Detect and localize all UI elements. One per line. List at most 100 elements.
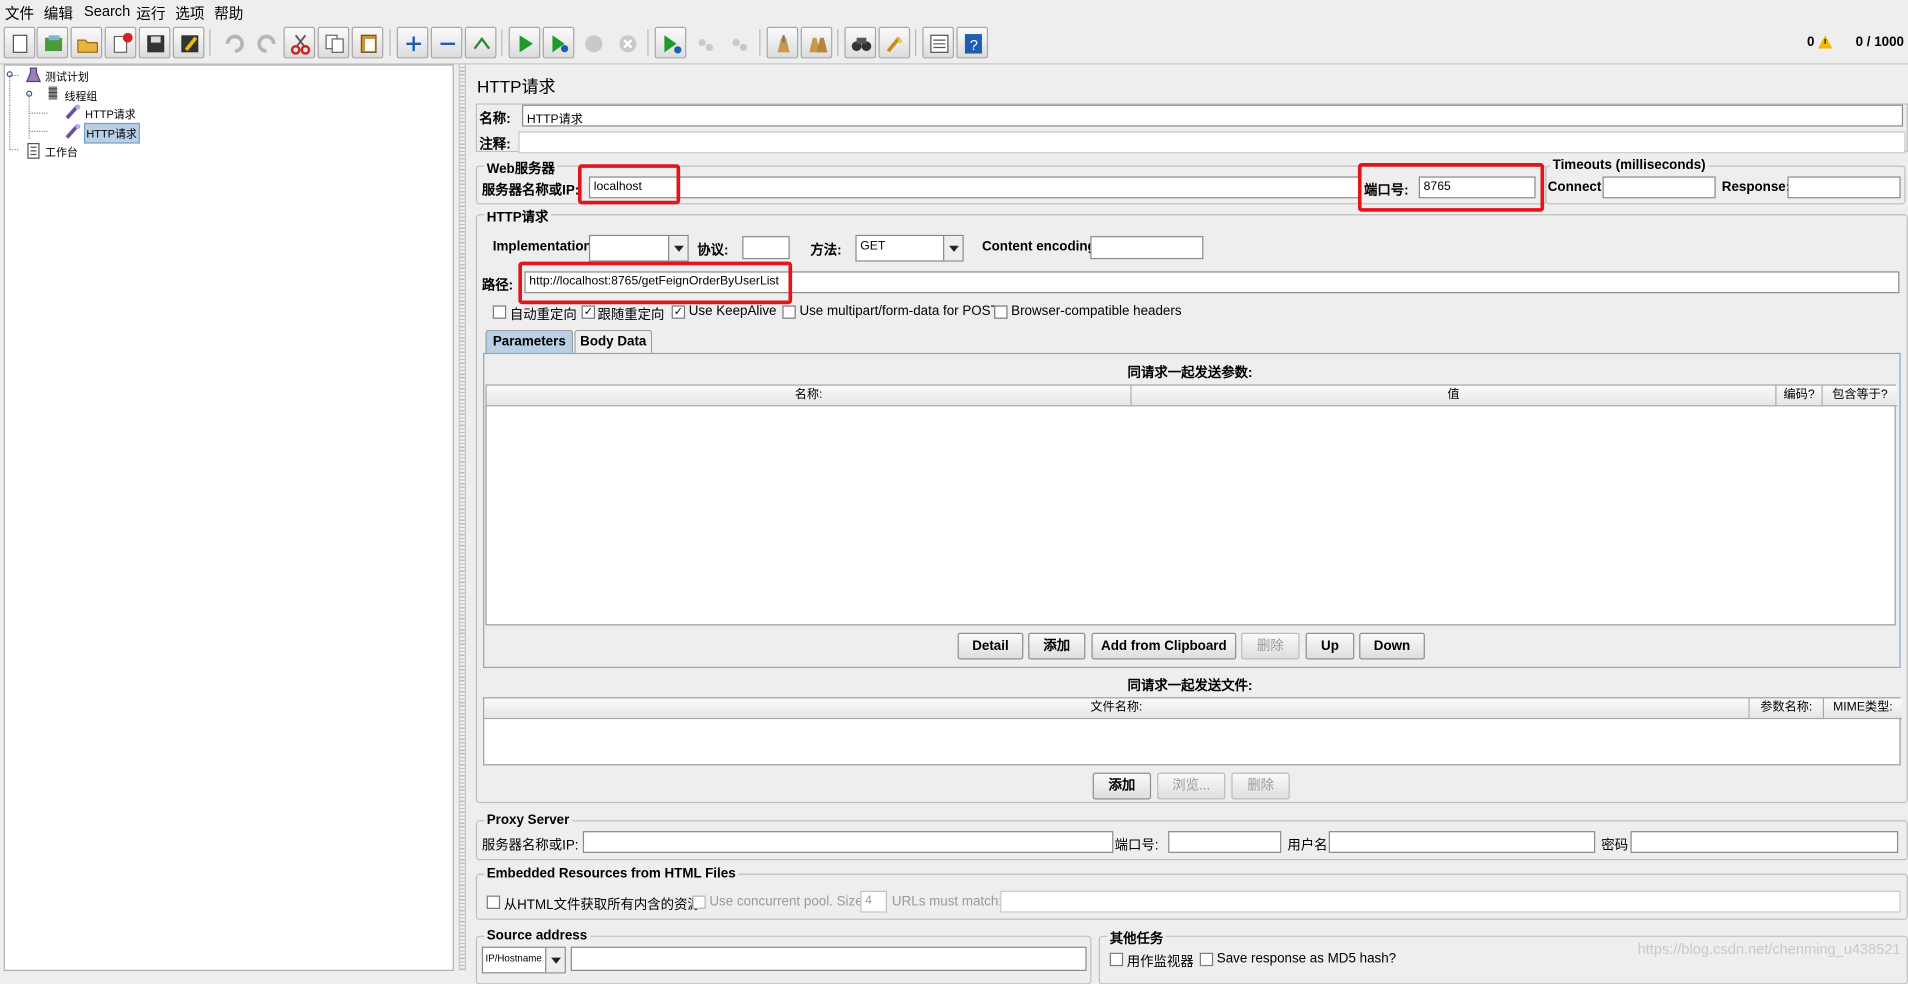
content-encoding-label: Content encoding:	[981, 239, 1101, 255]
column-header[interactable]: 参数名称:	[1749, 698, 1824, 720]
keepalive-checkbox[interactable]: ✓	[671, 305, 686, 319]
files-table[interactable]: 文件名称: 参数名称: MIME类型:	[483, 697, 1902, 766]
source-address-input[interactable]	[570, 946, 1087, 972]
reset-search-icon	[886, 36, 903, 53]
remote-shutdown-button[interactable]	[723, 27, 755, 59]
copy-icon	[325, 34, 344, 53]
proxy-host-input[interactable]	[582, 831, 1114, 853]
tree-item-test-plan[interactable]: 测试计划	[45, 68, 89, 84]
expand-button[interactable]	[396, 26, 429, 59]
monitor-checkbox[interactable]	[1109, 952, 1124, 967]
paste-button[interactable]	[351, 26, 384, 59]
up-button[interactable]: Up	[1305, 632, 1355, 660]
shutdown-button[interactable]	[611, 27, 643, 59]
copy-button[interactable]	[317, 26, 350, 59]
menu-search[interactable]: Search	[84, 2, 130, 19]
open-button[interactable]	[70, 26, 103, 59]
proxy-password-input[interactable]	[1630, 831, 1899, 853]
reset-search-button[interactable]	[878, 26, 911, 59]
params-title: 同请求一起发送参数:	[1127, 366, 1253, 381]
menu-options[interactable]: 选项	[175, 2, 204, 23]
source-type-select[interactable]: IP/Hostname	[481, 946, 566, 974]
column-header[interactable]: 包含等于?	[1822, 385, 1897, 407]
help-button[interactable]: ?	[956, 26, 989, 59]
tree-item-thread-group[interactable]: 线程组	[64, 88, 97, 104]
menu-run[interactable]: 运行	[136, 2, 165, 23]
md5-checkbox[interactable]	[1199, 952, 1214, 967]
remote-stop-icon	[698, 38, 714, 52]
proxy-password-label: 密码	[1601, 838, 1629, 853]
save-button[interactable]	[138, 26, 171, 59]
start-button[interactable]	[508, 26, 541, 59]
clear-button[interactable]	[766, 26, 799, 59]
method-value: GET	[860, 239, 886, 254]
multipart-checkbox[interactable]	[782, 305, 796, 319]
save-as-button[interactable]	[172, 26, 205, 59]
menu-file[interactable]: 文件	[5, 2, 34, 23]
column-header[interactable]: 文件名称:	[484, 698, 1750, 720]
follow-redirect-checkbox[interactable]: ✓	[581, 305, 596, 319]
remote-start-button[interactable]	[654, 26, 687, 59]
down-button[interactable]: Down	[1359, 632, 1425, 660]
urls-match-input[interactable]	[1000, 890, 1901, 913]
function-helper-button[interactable]	[922, 26, 954, 59]
column-header[interactable]: 编码?	[1776, 385, 1823, 407]
proxy-host-label: 服务器名称或IP:	[481, 838, 579, 853]
column-header[interactable]: 值	[1131, 385, 1777, 407]
undo-icon	[225, 34, 244, 53]
protocol-input[interactable]	[742, 236, 790, 260]
search-button[interactable]	[844, 26, 877, 59]
menu-edit[interactable]: 编辑	[44, 2, 73, 23]
column-header[interactable]: 名称:	[486, 385, 1132, 407]
undo-button[interactable]	[217, 27, 249, 59]
pool-size-input[interactable]: 4	[860, 890, 888, 913]
remote-stop-button[interactable]	[689, 27, 721, 59]
tree-item-workbench[interactable]: 工作台	[45, 144, 78, 160]
menu-help[interactable]: 帮助	[214, 2, 243, 23]
start-icon	[519, 35, 533, 53]
delete-param-button[interactable]: 删除	[1241, 632, 1300, 660]
comment-input[interactable]	[518, 131, 1906, 154]
function-helper-icon	[930, 34, 949, 53]
cut-button[interactable]	[283, 26, 316, 59]
toggle-button[interactable]	[464, 26, 497, 59]
toolbar-separator	[759, 29, 761, 56]
content-encoding-input[interactable]	[1090, 236, 1204, 260]
tab-body-data[interactable]: Body Data	[574, 329, 653, 353]
tree-item-http-request[interactable]: HTTP请求	[85, 106, 135, 122]
detail-button[interactable]: Detail	[957, 632, 1024, 660]
watermark: https://blog.csdn.net/chenming_u438521	[1637, 940, 1901, 958]
toolbar-separator	[389, 29, 391, 56]
response-timeout-input[interactable]	[1787, 176, 1901, 199]
implementation-select[interactable]	[588, 234, 689, 262]
parameters-table[interactable]: 名称: 值 编码? 包含等于?	[485, 384, 1897, 626]
browser-headers-checkbox[interactable]	[994, 305, 1008, 319]
proxy-user-input[interactable]	[1328, 831, 1596, 853]
retrieve-resources-checkbox[interactable]	[486, 895, 501, 909]
collapse-button[interactable]	[430, 26, 463, 59]
connect-timeout-input[interactable]	[1602, 176, 1716, 199]
name-input[interactable]: HTTP请求	[522, 104, 1904, 127]
stop-button[interactable]	[577, 27, 609, 59]
delete-file-button[interactable]: 删除	[1231, 772, 1290, 800]
redo-button[interactable]	[251, 27, 283, 59]
server-host-input[interactable]: localhost	[588, 176, 1361, 199]
new-button[interactable]	[3, 26, 36, 59]
auto-redirect-checkbox[interactable]	[492, 305, 507, 319]
add-param-button[interactable]: 添加	[1028, 632, 1086, 660]
tab-parameters[interactable]: Parameters	[485, 329, 574, 353]
start-no-pause-button[interactable]	[542, 26, 575, 59]
proxy-port-input[interactable]	[1168, 831, 1282, 853]
add-from-clipboard-button[interactable]: Add from Clipboard	[1091, 632, 1237, 660]
tree-item-http-request-selected[interactable]: HTTP请求	[83, 122, 140, 144]
templates-button[interactable]	[36, 26, 69, 59]
method-select[interactable]: GET	[855, 234, 964, 262]
close-button[interactable]	[104, 26, 137, 59]
column-header[interactable]: MIME类型:	[1823, 698, 1902, 720]
add-file-button[interactable]: 添加	[1092, 772, 1152, 800]
files-title: 同请求一起发送文件:	[1127, 678, 1253, 694]
concurrent-pool-checkbox[interactable]	[692, 895, 706, 909]
split-divider[interactable]	[458, 64, 467, 972]
clear-all-button[interactable]	[800, 26, 833, 59]
browse-button[interactable]: 浏览...	[1157, 772, 1226, 800]
